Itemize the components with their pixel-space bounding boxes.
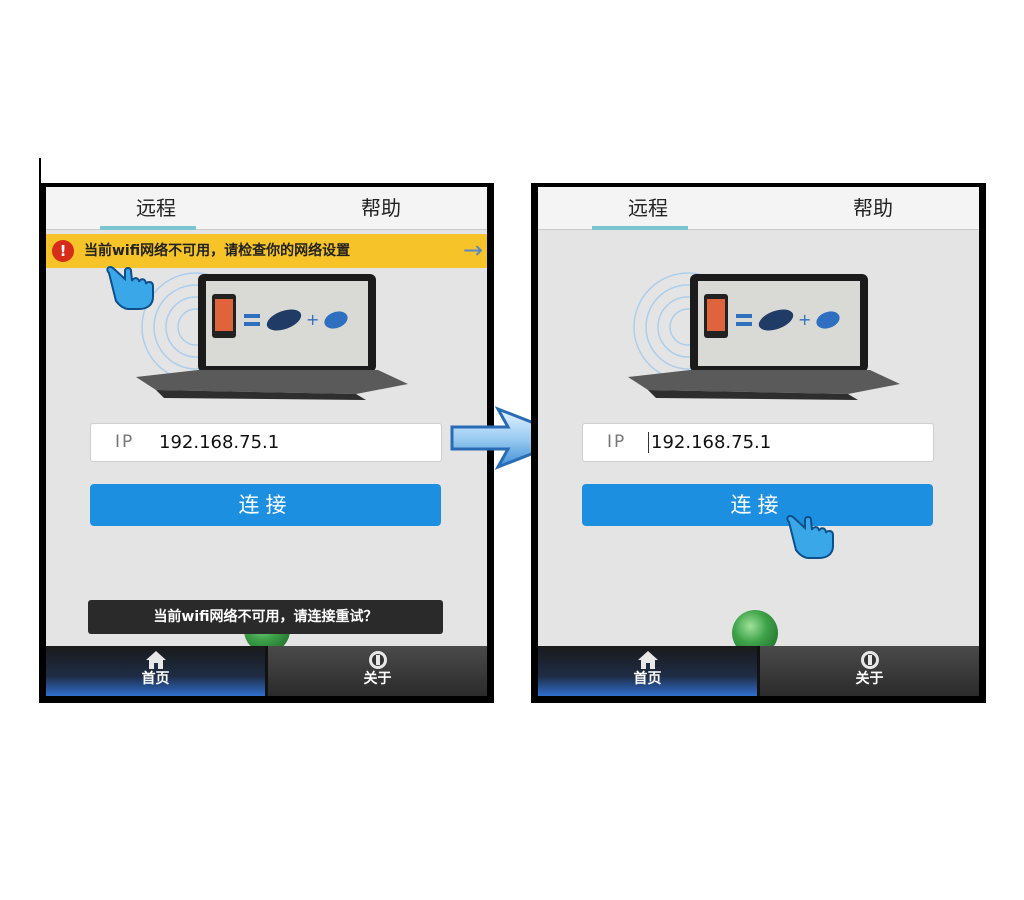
pointer-hand-icon [106, 265, 154, 310]
phone-screenshot-after: 远程 帮助 + IP 192.168.75.1 连接 首页 关于 [531, 183, 986, 703]
nav-about[interactable]: 关于 [268, 646, 487, 696]
tab-remote[interactable]: 远程 [91, 187, 221, 229]
info-icon [368, 651, 387, 669]
laptop-phone-mouse-illustration: + [628, 272, 900, 400]
bottom-nav-bar: 首页 关于 [538, 646, 979, 696]
tab-help[interactable]: 帮助 [798, 187, 948, 229]
ip-input-value[interactable]: 192.168.75.1 [159, 424, 279, 461]
ip-input-value[interactable]: 192.168.75.1 [651, 424, 771, 461]
nav-about-label: 关于 [363, 671, 392, 687]
connect-button[interactable]: 连接 [582, 484, 933, 526]
pointer-hand-icon [786, 514, 834, 559]
svg-text:+: + [798, 310, 811, 329]
home-icon [637, 651, 658, 669]
nav-home-label: 首页 [141, 671, 170, 687]
ip-label: IP [115, 432, 135, 452]
svg-text:+: + [306, 310, 319, 329]
tab-indicator [100, 226, 196, 230]
tab-indicator [592, 226, 688, 230]
nav-home[interactable]: 首页 [538, 646, 757, 696]
tab-remote[interactable]: 远程 [583, 187, 713, 229]
ip-address-field[interactable]: IP 192.168.75.1 [582, 423, 934, 462]
connect-button[interactable]: 连接 [90, 484, 441, 526]
home-icon [145, 651, 166, 669]
nav-home-label: 首页 [633, 671, 662, 687]
top-tab-bar: 远程 帮助 [46, 187, 487, 230]
toast-message: 当前wifi网络不可用，请连接重试？ [88, 600, 443, 634]
phone-screenshot-before: 远程 帮助 ! 当前wifi网络不可用，请检查你的网络设置 → + IP 192… [39, 183, 494, 703]
exclamation-icon: ! [52, 240, 74, 262]
arrow-right-icon[interactable]: → [463, 234, 483, 266]
info-icon [860, 651, 879, 669]
text-cursor [648, 432, 649, 453]
nav-about-label: 关于 [855, 671, 884, 687]
ip-address-field[interactable]: IP 192.168.75.1 [90, 423, 442, 462]
tab-help[interactable]: 帮助 [306, 187, 456, 229]
top-tab-bar: 远程 帮助 [538, 187, 979, 230]
nav-home[interactable]: 首页 [46, 646, 265, 696]
ip-label: IP [607, 432, 627, 452]
bottom-nav-bar: 首页 关于 [46, 646, 487, 696]
nav-about[interactable]: 关于 [760, 646, 979, 696]
app-screen: 远程 帮助 + IP 192.168.75.1 连接 首页 关于 [538, 187, 979, 696]
